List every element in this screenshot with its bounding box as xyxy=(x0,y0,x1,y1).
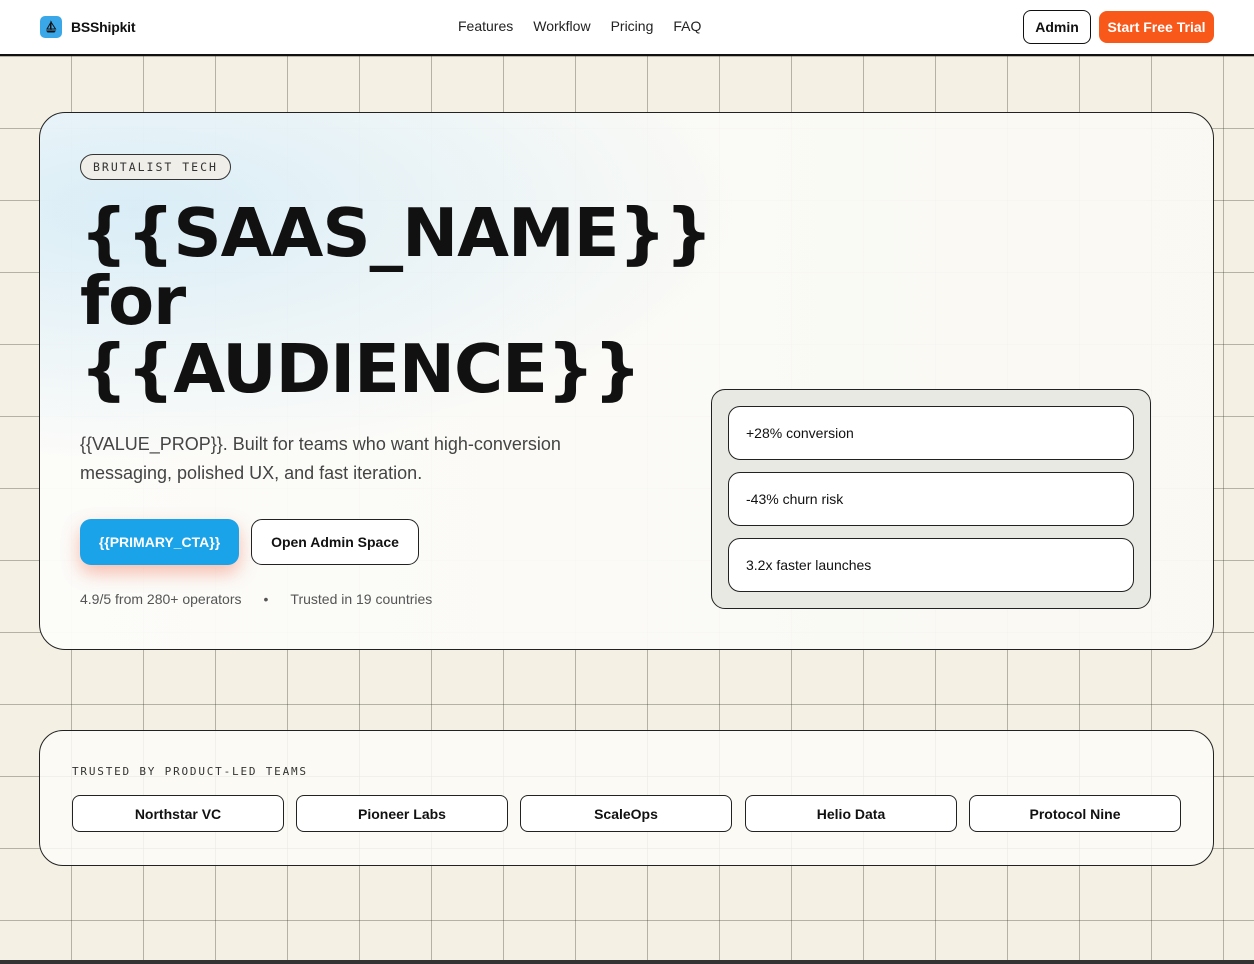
category-tag: BRUTALIST TECH xyxy=(80,154,231,180)
logo-chip-helio-data: Helio Data xyxy=(745,795,957,832)
headline-line-for: for xyxy=(80,262,186,340)
main-nav: Features Workflow Pricing FAQ xyxy=(458,18,701,34)
logo-chip-northstar-vc: Northstar VC xyxy=(72,795,284,832)
logo-chip-protocol-nine: Protocol Nine xyxy=(969,795,1181,832)
nav-link-faq[interactable]: FAQ xyxy=(673,18,701,34)
open-admin-space-button[interactable]: Open Admin Space xyxy=(251,519,419,565)
brand[interactable]: BSShipkit xyxy=(40,16,136,38)
nav-link-features[interactable]: Features xyxy=(458,18,513,34)
brand-name: BSShipkit xyxy=(71,19,136,35)
trusted-by-label: TRUSTED BY PRODUCT-LED TEAMS xyxy=(72,765,308,778)
trusted-by-section: TRUSTED BY PRODUCT-LED TEAMS Northstar V… xyxy=(39,730,1214,866)
hero-headline: {{SAAS_NAME}} for {{AUDIENCE}} xyxy=(80,199,720,403)
social-proof: 4.9/5 from 280+ operators • Trusted in 1… xyxy=(80,591,432,607)
separator-dot: • xyxy=(263,591,269,607)
sailboat-logo-icon xyxy=(40,16,62,38)
window-bottom-edge xyxy=(0,960,1254,964)
stat-conversion: +28% conversion xyxy=(728,406,1134,460)
top-navbar: BSShipkit Features Workflow Pricing FAQ … xyxy=(0,0,1254,56)
value-proposition: {{VALUE_PROP}}. Built for teams who want… xyxy=(80,434,561,483)
headline-line-audience: {{AUDIENCE}} xyxy=(80,330,641,408)
trust-text: Trusted in 19 countries xyxy=(290,591,433,607)
headline-line-saas-name: {{SAAS_NAME}} xyxy=(80,194,713,272)
rating-text: 4.9/5 from 280+ operators xyxy=(80,591,242,607)
logo-chip-pioneer-labs: Pioneer Labs xyxy=(296,795,508,832)
primary-cta-button[interactable]: {{PRIMARY_CTA}} xyxy=(80,519,239,565)
stat-faster-launches: 3.2x faster launches xyxy=(728,538,1134,592)
hero-card: BRUTALIST TECH {{SAAS_NAME}} for {{AUDIE… xyxy=(39,112,1214,650)
stats-panel: +28% conversion -43% churn risk 3.2x fas… xyxy=(711,389,1151,609)
nav-link-workflow[interactable]: Workflow xyxy=(533,18,590,34)
logo-chip-scaleops: ScaleOps xyxy=(520,795,732,832)
start-free-trial-button[interactable]: Start Free Trial xyxy=(1099,11,1214,43)
stat-churn-risk: -43% churn risk xyxy=(728,472,1134,526)
admin-button[interactable]: Admin xyxy=(1023,10,1091,44)
nav-link-pricing[interactable]: Pricing xyxy=(611,18,654,34)
